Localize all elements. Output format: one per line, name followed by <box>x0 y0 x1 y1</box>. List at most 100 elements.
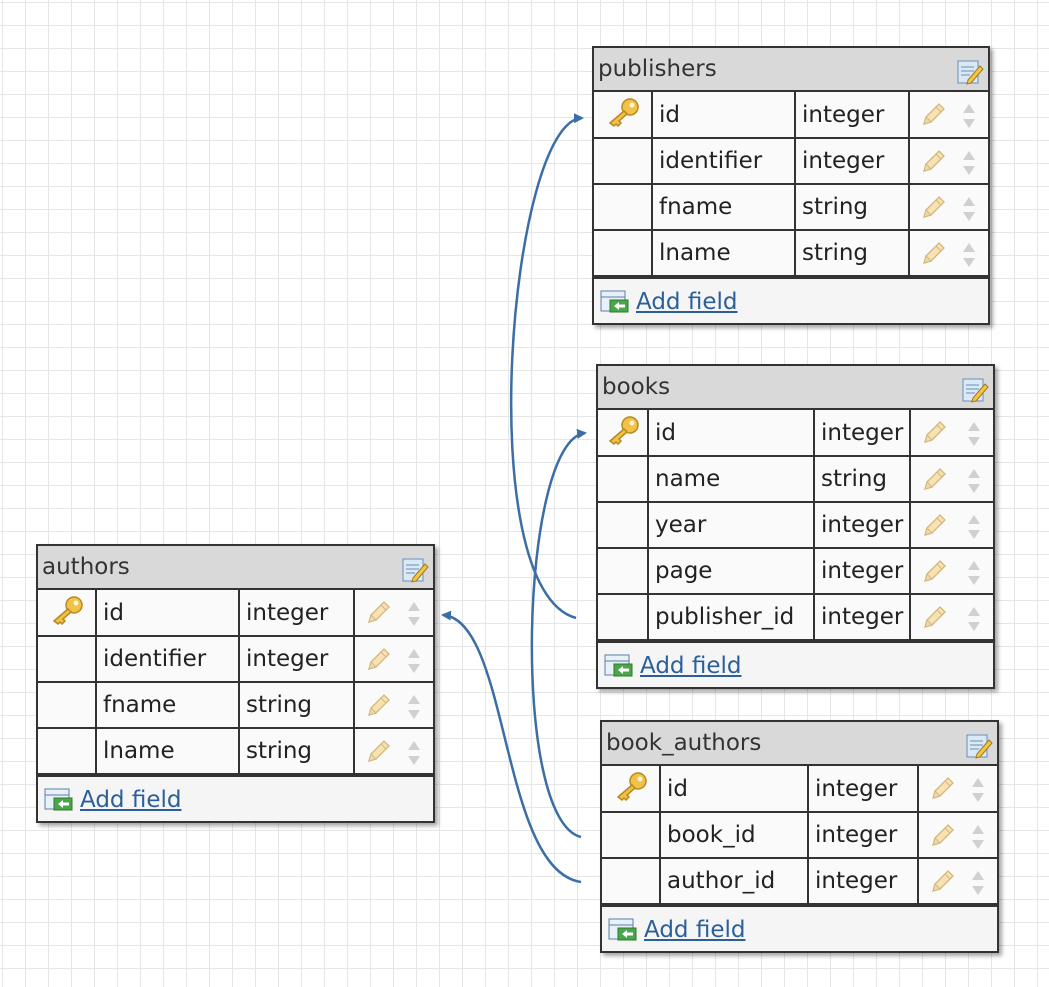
pencil-icon[interactable] <box>920 195 946 221</box>
field-type: integer <box>238 635 355 683</box>
sort-arrows-icon[interactable] <box>971 869 985 897</box>
table-books[interactable]: books id integer name string year integer page… <box>596 364 995 689</box>
field-row[interactable]: id integer <box>38 590 433 637</box>
sort-arrows-icon[interactable] <box>971 823 985 851</box>
field-name: id <box>651 92 796 139</box>
field-actions <box>908 183 988 231</box>
pencil-icon[interactable] <box>365 647 391 673</box>
add-field-link[interactable]: Add field <box>644 907 745 953</box>
field-name: id <box>647 410 815 457</box>
table-footer: Add field <box>38 775 433 821</box>
pencil-icon[interactable] <box>365 739 391 765</box>
pencil-icon[interactable] <box>365 600 391 626</box>
table-publishers[interactable]: publishers id integer identifier integer fna… <box>592 46 990 325</box>
field-row[interactable]: year integer <box>598 501 993 549</box>
field-actions <box>909 455 993 503</box>
field-row[interactable]: page integer <box>598 547 993 595</box>
sort-arrows-icon[interactable] <box>967 420 981 448</box>
add-field-icon[interactable] <box>604 653 634 679</box>
field-row[interactable]: fname string <box>38 681 433 729</box>
field-row[interactable]: book_id integer <box>602 811 997 859</box>
field-actions <box>908 92 988 139</box>
field-row[interactable]: identifier integer <box>38 635 433 683</box>
field-type: string <box>794 183 910 231</box>
table-header: publishers <box>594 48 988 92</box>
pencil-icon[interactable] <box>365 693 391 719</box>
field-name: publisher_id <box>647 593 815 641</box>
key-cell <box>594 229 653 277</box>
pencil-icon[interactable] <box>921 513 947 539</box>
key-cell <box>602 766 661 813</box>
field-list: id integer identifier integer fname string lna… <box>594 92 988 277</box>
pencil-icon[interactable] <box>929 776 955 802</box>
add-field-icon[interactable] <box>44 787 74 813</box>
sort-arrows-icon[interactable] <box>407 647 421 675</box>
table-book-authors[interactable]: book_authors id integer book_id integer auth… <box>600 720 999 953</box>
sort-arrows-icon[interactable] <box>407 600 421 628</box>
field-row[interactable]: identifier integer <box>594 137 988 185</box>
edit-table-icon[interactable] <box>965 732 993 760</box>
add-field-icon[interactable] <box>600 289 630 315</box>
field-list: id integer book_id integer author_id integer <box>602 766 997 905</box>
field-name: page <box>647 547 815 595</box>
field-row[interactable]: name string <box>598 455 993 503</box>
field-row[interactable]: publisher_id integer <box>598 593 993 641</box>
field-type: integer <box>813 410 911 457</box>
add-field-link[interactable]: Add field <box>80 777 181 823</box>
field-name: book_id <box>659 811 809 859</box>
key-icon <box>608 415 639 445</box>
add-field-link[interactable]: Add field <box>640 643 741 689</box>
field-name: year <box>647 501 815 549</box>
pencil-icon[interactable] <box>921 420 947 446</box>
pencil-icon[interactable] <box>929 869 955 895</box>
field-type: string <box>813 455 911 503</box>
sort-arrows-icon[interactable] <box>967 559 981 587</box>
field-row[interactable]: author_id integer <box>602 857 997 905</box>
link-publisher-id <box>509 113 584 620</box>
pencil-icon[interactable] <box>929 823 955 849</box>
field-actions <box>909 547 993 595</box>
field-type: integer <box>807 811 919 859</box>
key-cell <box>38 681 97 729</box>
add-field-icon[interactable] <box>608 917 638 943</box>
table-authors[interactable]: authors id integer identifier integer fname s… <box>36 544 435 823</box>
field-name: lname <box>651 229 796 277</box>
sort-arrows-icon[interactable] <box>967 605 981 633</box>
pencil-icon[interactable] <box>920 241 946 267</box>
sort-arrows-icon[interactable] <box>967 513 981 541</box>
sort-arrows-icon[interactable] <box>971 776 985 804</box>
key-cell <box>38 635 97 683</box>
edit-table-icon[interactable] <box>956 58 984 86</box>
pencil-icon[interactable] <box>921 467 947 493</box>
pencil-icon[interactable] <box>921 605 947 631</box>
field-actions <box>353 681 433 729</box>
field-row[interactable]: fname string <box>594 183 988 231</box>
edit-table-icon[interactable] <box>401 556 429 584</box>
field-name: author_id <box>659 857 809 905</box>
add-field-link[interactable]: Add field <box>636 279 737 325</box>
key-cell <box>598 410 649 457</box>
pencil-icon[interactable] <box>921 559 947 585</box>
key-cell <box>38 727 97 775</box>
sort-arrows-icon[interactable] <box>962 195 976 223</box>
edit-table-icon[interactable] <box>961 376 989 404</box>
field-row[interactable]: id integer <box>598 410 993 457</box>
field-type: string <box>238 727 355 775</box>
sort-arrows-icon[interactable] <box>407 739 421 767</box>
pencil-icon[interactable] <box>920 149 946 175</box>
sort-arrows-icon[interactable] <box>962 241 976 269</box>
field-row[interactable]: id integer <box>602 766 997 813</box>
field-row[interactable]: id integer <box>594 92 988 139</box>
pencil-icon[interactable] <box>920 102 946 128</box>
sort-arrows-icon[interactable] <box>962 102 976 130</box>
field-type: integer <box>813 593 911 641</box>
field-row[interactable]: lname string <box>594 229 988 277</box>
field-row[interactable]: lname string <box>38 727 433 775</box>
field-type: integer <box>794 137 910 185</box>
sort-arrows-icon[interactable] <box>967 467 981 495</box>
sort-arrows-icon[interactable] <box>962 149 976 177</box>
key-cell <box>598 455 649 503</box>
field-actions <box>909 501 993 549</box>
sort-arrows-icon[interactable] <box>407 693 421 721</box>
link-author-id <box>441 610 582 884</box>
